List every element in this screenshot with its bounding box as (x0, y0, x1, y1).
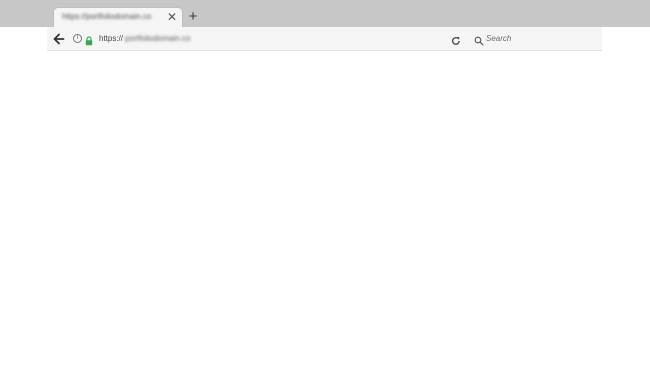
back-arrow-icon[interactable] (53, 32, 65, 45)
close-icon[interactable]: ✕ (166, 11, 178, 23)
tab-title: https://portfoliodomain.co (62, 12, 152, 21)
navigation-toolbar: i https://portfoliodomain.co Search (47, 27, 602, 51)
info-icon[interactable]: i (73, 34, 82, 43)
lock-icon[interactable] (85, 33, 93, 46)
url-scheme: https:// (99, 34, 124, 43)
search-field[interactable]: Search (472, 32, 597, 46)
url-host: portfoliodomain.co (125, 34, 191, 43)
search-placeholder: Search (486, 34, 512, 43)
reload-icon[interactable] (451, 33, 461, 45)
search-icon (474, 33, 484, 46)
page-content (0, 51, 650, 365)
tab-strip: https://portfoliodomain.co ✕ + (0, 0, 650, 27)
address-bar[interactable]: https://portfoliodomain.co (99, 32, 439, 45)
active-tab[interactable]: https://portfoliodomain.co ✕ (54, 8, 182, 27)
new-tab-button[interactable]: + (186, 9, 200, 24)
